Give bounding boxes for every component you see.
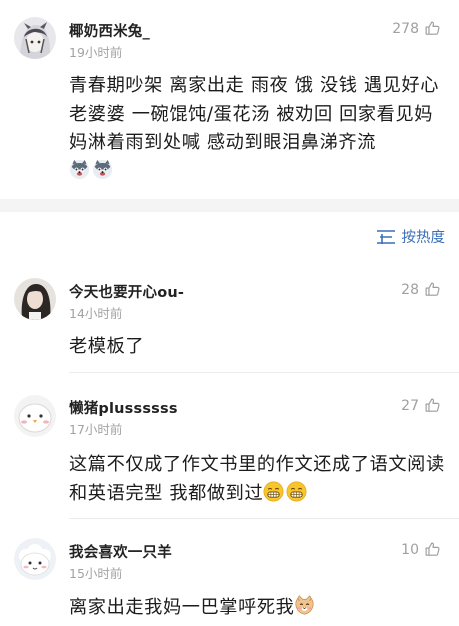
comment-text: 离家出走我妈一巴掌呼死我 (69, 594, 445, 623)
like-button[interactable]: 28 (401, 281, 441, 298)
sort-button[interactable]: 按热度 (376, 226, 446, 247)
comment-body: 离家出走我妈一巴掌呼死我 (69, 597, 295, 618)
avatar[interactable] (14, 17, 56, 59)
thumbs-up-icon (424, 541, 441, 558)
comment-body: 青春期吵架 离家出走 雨夜 饿 没钱 遇见好心老婆婆 一碗馄饨/蛋花汤 被劝回 … (69, 75, 440, 153)
like-button[interactable]: 27 (401, 397, 441, 414)
like-count: 28 (401, 281, 419, 298)
comment-text: 青春期吵架 离家出走 雨夜 饿 没钱 遇见好心老婆婆 一碗馄饨/蛋花汤 被劝回 … (69, 72, 445, 186)
cat-face-emoji (294, 595, 315, 616)
comment-item: 我会喜欢一只羊 15小时前 10 离家出走我妈一巴掌呼死我 (0, 518, 459, 626)
timestamp: 14小时前 (69, 306, 123, 321)
comment-item: 懒猪plussssss 17小时前 27 这篇不仅成了作文书里的作文还成了语文阅… (0, 373, 459, 519)
comment-item: 椰奶西米兔_ 19小时前 278 青春期吵架 离家出走 雨夜 饿 没钱 遇见好心… (0, 0, 459, 199)
thumbs-up-icon (424, 20, 441, 37)
avatar-photo (14, 278, 56, 320)
avatar[interactable] (14, 278, 56, 320)
like-count: 27 (401, 397, 419, 414)
comment-body: 这篇不仅成了作文书里的作文还成了语文阅读和英语完型 我都做到过 (69, 454, 445, 504)
timestamp: 17小时前 (69, 422, 123, 437)
username[interactable]: 今天也要开心ou- (69, 281, 184, 302)
timestamp: 15小时前 (69, 566, 123, 581)
thumbs-up-icon (424, 397, 441, 414)
avatar-cartoon-bird (14, 395, 56, 437)
username[interactable]: 我会喜欢一只羊 (69, 541, 172, 562)
like-count: 278 (392, 20, 419, 37)
like-button[interactable]: 10 (401, 541, 441, 558)
husky-dog-emoji (69, 159, 90, 180)
avatar-cartoon-sheep (14, 538, 56, 580)
grinning-face-emoji (286, 481, 307, 502)
avatar[interactable] (14, 538, 56, 580)
sort-label: 按热度 (401, 230, 446, 246)
comment-item: 今天也要开心ou- 14小时前 28 老模板了 (0, 268, 459, 373)
comment-text: 这篇不仅成了作文书里的作文还成了语文阅读和英语完型 我都做到过 (69, 451, 445, 508)
timestamp: 19小时前 (69, 45, 123, 60)
avatar-anime-girl (14, 17, 56, 59)
like-count: 10 (401, 541, 419, 558)
section-separator (0, 199, 459, 212)
sort-icon (376, 229, 396, 245)
avatar[interactable] (14, 395, 56, 437)
thumbs-up-icon (424, 281, 441, 298)
username[interactable]: 椰奶西米兔_ (69, 20, 150, 41)
comment-text: 老模板了 (69, 336, 145, 357)
husky-dog-emoji (92, 159, 113, 180)
grinning-face-emoji (263, 481, 284, 502)
like-button[interactable]: 278 (392, 20, 441, 37)
username[interactable]: 懒猪plussssss (69, 397, 178, 418)
